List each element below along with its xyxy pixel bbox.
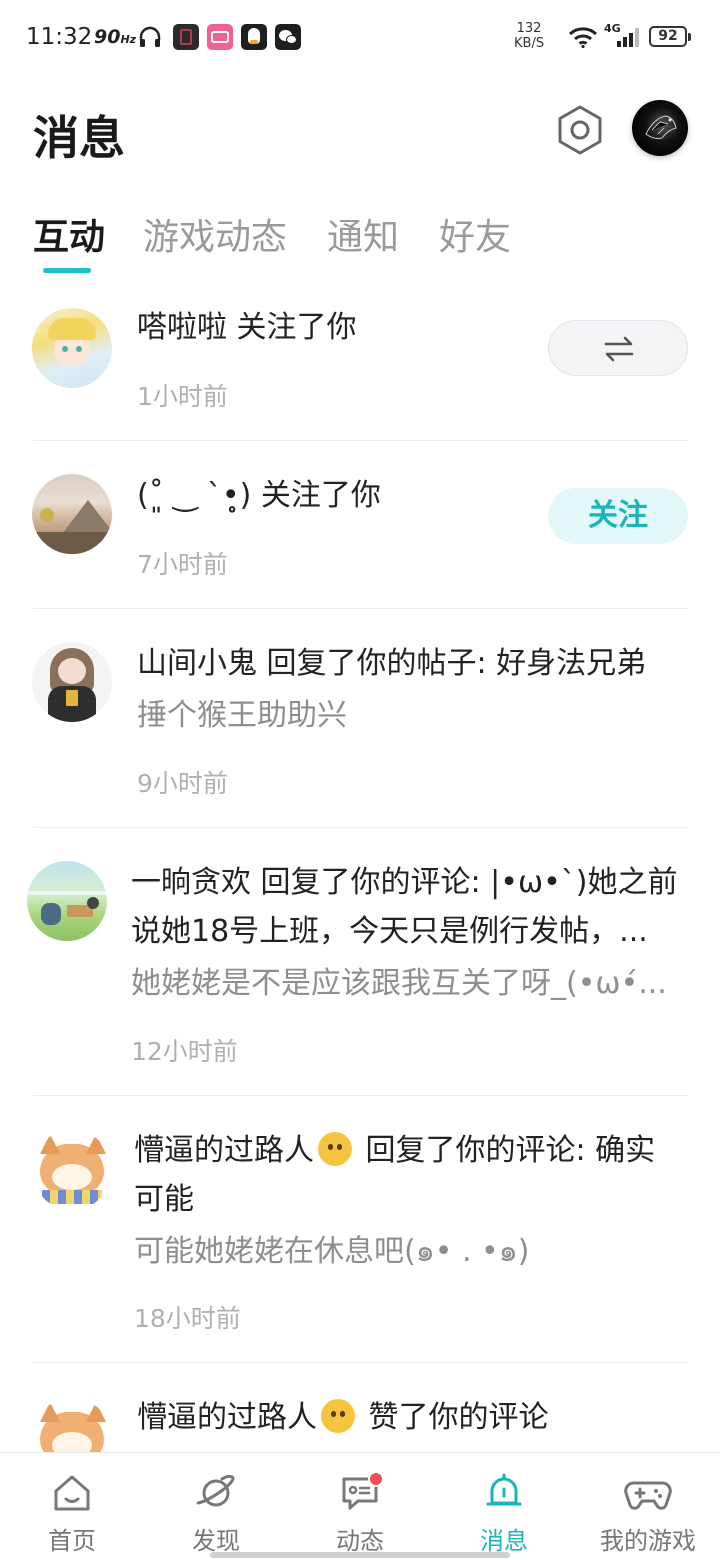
network-speed: 132 KB/S — [514, 21, 545, 51]
divider — [33, 1095, 688, 1096]
profile-avatar[interactable] — [632, 100, 688, 156]
nav-home[interactable]: 首页 — [0, 1453, 144, 1560]
message-time: 18小时前 — [134, 1304, 241, 1333]
avatar[interactable] — [32, 642, 112, 722]
message-time: 7小时前 — [137, 550, 228, 579]
settings-hexagon-icon — [558, 105, 602, 155]
divider — [33, 827, 688, 828]
message-time: 1小时前 — [137, 382, 228, 411]
home-icon — [54, 1475, 90, 1511]
settings-button[interactable] — [554, 104, 606, 156]
wechat-icon — [275, 24, 301, 50]
nav-messages[interactable]: 消息 — [432, 1453, 576, 1560]
headphones-icon — [139, 26, 161, 47]
active-tab-indicator — [43, 268, 91, 273]
avatar[interactable] — [32, 1130, 112, 1210]
tab-interaction[interactable]: 互动 — [33, 208, 105, 260]
page-title: 消息 — [33, 111, 125, 165]
message-title[interactable]: (˚͈ ‿ ˋ•̥̥̥) 关注了你 — [137, 472, 381, 520]
nav-label: 消息 — [480, 1527, 528, 1555]
avatar[interactable] — [27, 861, 107, 941]
nav-feed[interactable]: 动态 — [288, 1453, 432, 1560]
signal-icon — [617, 28, 639, 47]
message-title[interactable]: 懵逼的过路人 回复了你的评论: 确实 — [134, 1127, 655, 1175]
message-title[interactable]: 嗒啦啦 关注了你 — [137, 304, 357, 352]
app-notification-icon — [173, 24, 199, 50]
qq-icon — [241, 24, 267, 50]
message-time: 12小时前 — [131, 1037, 238, 1066]
notification-badge — [368, 1471, 384, 1487]
nav-label: 首页 — [48, 1527, 96, 1555]
divider — [33, 1362, 688, 1363]
tab-game-updates[interactable]: 游戏动态 — [143, 208, 287, 260]
status-time: 11:32 — [26, 24, 93, 50]
status-bar: 11:32 90Hz 132 KB/S 4G 92 — [0, 0, 720, 76]
divider — [33, 440, 688, 441]
nav-my-games[interactable]: 我的游戏 — [576, 1453, 720, 1560]
mutual-follow-button[interactable] — [548, 320, 688, 376]
avatar[interactable] — [32, 474, 112, 554]
refresh-rate: 90Hz — [94, 26, 137, 48]
swap-arrows-icon — [604, 336, 634, 362]
nav-label: 我的游戏 — [600, 1527, 696, 1555]
message-title[interactable]: 一晌贪欢 回复了你的评论: |•ω•`)她之前 — [131, 859, 678, 907]
gamepad-icon — [624, 1481, 672, 1510]
message-time: 9小时前 — [137, 769, 228, 798]
follow-button[interactable]: 关注 — [548, 488, 688, 544]
avatar-image — [645, 115, 677, 139]
bell-icon — [486, 1473, 522, 1506]
planet-icon — [196, 1474, 235, 1507]
bottom-navigation: 首页 发现 动态 消息 我的游戏 — [0, 1452, 720, 1560]
neutral-face-emoji-icon — [321, 1399, 355, 1433]
tab-friends[interactable]: 好友 — [439, 208, 511, 260]
message-title[interactable]: 懵逼的过路人 赞了你的评论 — [137, 1394, 549, 1442]
neutral-face-emoji-icon — [318, 1132, 352, 1166]
message-title-continued[interactable]: 可能 — [134, 1176, 194, 1224]
nav-label: 发现 — [192, 1527, 240, 1555]
message-preview: 可能她姥姥在休息吧(๑• . •๑) — [134, 1234, 530, 1269]
message-preview: 她姥姥是不是应该跟我互关了呀_(•ω•́... — [131, 966, 667, 1001]
bilibili-icon — [207, 24, 233, 50]
tab-notifications[interactable]: 通知 — [327, 208, 399, 260]
wifi-icon — [568, 27, 598, 48]
message-title[interactable]: 山间小鬼 回复了你的帖子: 好身法兄弟 — [137, 640, 646, 688]
home-indicator[interactable] — [210, 1552, 510, 1558]
nav-label: 动态 — [336, 1527, 384, 1555]
divider — [33, 608, 688, 609]
message-preview: 捶个猴王助助兴 — [137, 698, 347, 733]
avatar[interactable] — [32, 308, 112, 388]
nav-discover[interactable]: 发现 — [144, 1453, 288, 1560]
message-title-continued[interactable]: 说她18号上班，今天只是例行发帖，... — [131, 908, 648, 956]
battery-indicator: 92 — [649, 26, 691, 47]
